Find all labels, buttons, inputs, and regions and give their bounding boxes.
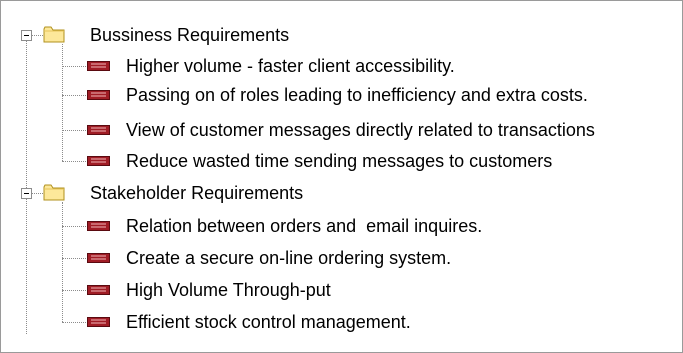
- requirement-label[interactable]: Reduce wasted time sending messages to c…: [126, 150, 552, 172]
- requirement-label[interactable]: Relation between orders and email inquir…: [126, 215, 482, 237]
- group-collapse-toggle-stakeholder[interactable]: [21, 188, 32, 199]
- tree-line: [32, 35, 43, 36]
- requirement-label[interactable]: Efficient stock control management.: [126, 311, 411, 333]
- tree-line: [62, 95, 86, 96]
- requirement-icon: [87, 285, 110, 295]
- folder-icon: [43, 26, 65, 43]
- tree-line: [62, 130, 86, 131]
- tree-line: [62, 322, 86, 323]
- requirement-icon: [87, 156, 110, 166]
- requirement-icon: [87, 61, 110, 71]
- requirement-icon: [87, 90, 110, 100]
- tree-line: [62, 258, 86, 259]
- requirement-icon: [87, 125, 110, 135]
- requirement-label[interactable]: View of customer messages directly relat…: [126, 119, 595, 141]
- tree-line: [32, 193, 43, 194]
- group-collapse-toggle-bussiness[interactable]: [21, 30, 32, 41]
- requirement-icon: [87, 253, 110, 263]
- requirement-label[interactable]: High Volume Through-put: [126, 279, 331, 301]
- tree-line: [62, 161, 86, 162]
- tree-line: [62, 290, 86, 291]
- requirements-tree-view[interactable]: Bussiness Requirements Higher volume - f…: [0, 0, 683, 353]
- group-label-bussiness-requirements[interactable]: Bussiness Requirements: [90, 24, 289, 46]
- tree-line: [62, 66, 86, 67]
- group-tree-line: [62, 44, 63, 161]
- tree-line: [62, 226, 86, 227]
- group-tree-line: [62, 202, 63, 322]
- requirement-label[interactable]: Create a secure on-line ordering system.: [126, 247, 451, 269]
- requirement-icon: [87, 317, 110, 327]
- group-label-stakeholder-requirements[interactable]: Stakeholder Requirements: [90, 182, 303, 204]
- requirement-icon: [87, 221, 110, 231]
- folder-icon: [43, 184, 65, 201]
- root-tree-line: [26, 39, 27, 334]
- requirement-label[interactable]: Passing on of roles leading to inefficie…: [126, 84, 588, 106]
- requirement-label[interactable]: Higher volume - faster client accessibil…: [126, 55, 455, 77]
